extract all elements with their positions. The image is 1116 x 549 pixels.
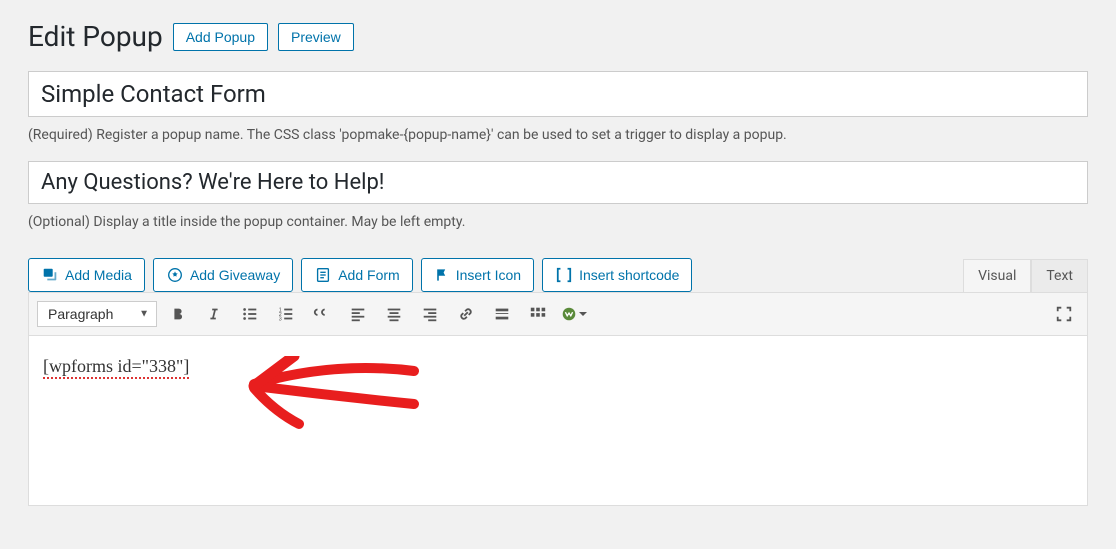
editor-content-area[interactable]: [wpforms id="338"] xyxy=(28,336,1088,506)
align-center-icon xyxy=(385,305,403,323)
shortcode-text: [wpforms id="338"] xyxy=(43,356,189,377)
fullscreen-button[interactable] xyxy=(1049,299,1079,329)
flag-icon xyxy=(434,267,450,283)
format-select[interactable]: Paragraph xyxy=(37,301,157,327)
insert-icon-button[interactable]: Insert Icon xyxy=(421,258,534,292)
bullet-list-icon xyxy=(241,305,259,323)
add-giveaway-button[interactable]: Add Giveaway xyxy=(153,258,293,292)
bullet-list-button[interactable] xyxy=(235,299,265,329)
blockquote-button[interactable] xyxy=(307,299,337,329)
link-icon xyxy=(457,305,475,323)
quote-icon xyxy=(313,305,331,323)
align-right-button[interactable] xyxy=(415,299,445,329)
form-icon xyxy=(314,266,332,284)
toolbar-toggle-icon xyxy=(529,305,547,323)
align-left-button[interactable] xyxy=(343,299,373,329)
add-form-button[interactable]: Add Form xyxy=(301,258,412,292)
annotation-arrow xyxy=(234,356,434,436)
tab-visual[interactable]: Visual xyxy=(963,259,1031,292)
link-button[interactable] xyxy=(451,299,481,329)
fullscreen-icon xyxy=(1055,305,1073,323)
svg-text:3: 3 xyxy=(279,316,282,322)
align-right-icon xyxy=(421,305,439,323)
page-title: Edit Popup xyxy=(28,20,163,53)
popup-name-input[interactable] xyxy=(28,71,1088,117)
bold-icon xyxy=(169,305,187,323)
bold-button[interactable] xyxy=(163,299,193,329)
number-list-button[interactable]: 123 xyxy=(271,299,301,329)
wpforms-icon xyxy=(560,305,578,323)
add-media-button[interactable]: Add Media xyxy=(28,258,145,292)
align-left-icon xyxy=(349,305,367,323)
media-icon xyxy=(41,266,59,284)
italic-button[interactable] xyxy=(199,299,229,329)
tab-text[interactable]: Text xyxy=(1031,259,1088,292)
toolbar-toggle-button[interactable] xyxy=(523,299,553,329)
gift-icon xyxy=(166,266,184,284)
wpforms-toolbar-button[interactable] xyxy=(559,299,589,329)
popup-title-input[interactable] xyxy=(28,161,1088,204)
popup-name-helper: (Required) Register a popup name. The CS… xyxy=(28,127,1088,143)
add-popup-button[interactable]: Add Popup xyxy=(173,23,268,51)
align-center-button[interactable] xyxy=(379,299,409,329)
brackets-icon xyxy=(555,267,573,283)
italic-icon xyxy=(205,305,223,323)
preview-button[interactable]: Preview xyxy=(278,23,354,51)
number-list-icon: 123 xyxy=(277,305,295,323)
chevron-down-icon xyxy=(578,309,588,319)
read-more-icon xyxy=(493,305,511,323)
popup-title-helper: (Optional) Display a title inside the po… xyxy=(28,214,1088,230)
insert-shortcode-button[interactable]: Insert shortcode xyxy=(542,258,692,292)
read-more-button[interactable] xyxy=(487,299,517,329)
